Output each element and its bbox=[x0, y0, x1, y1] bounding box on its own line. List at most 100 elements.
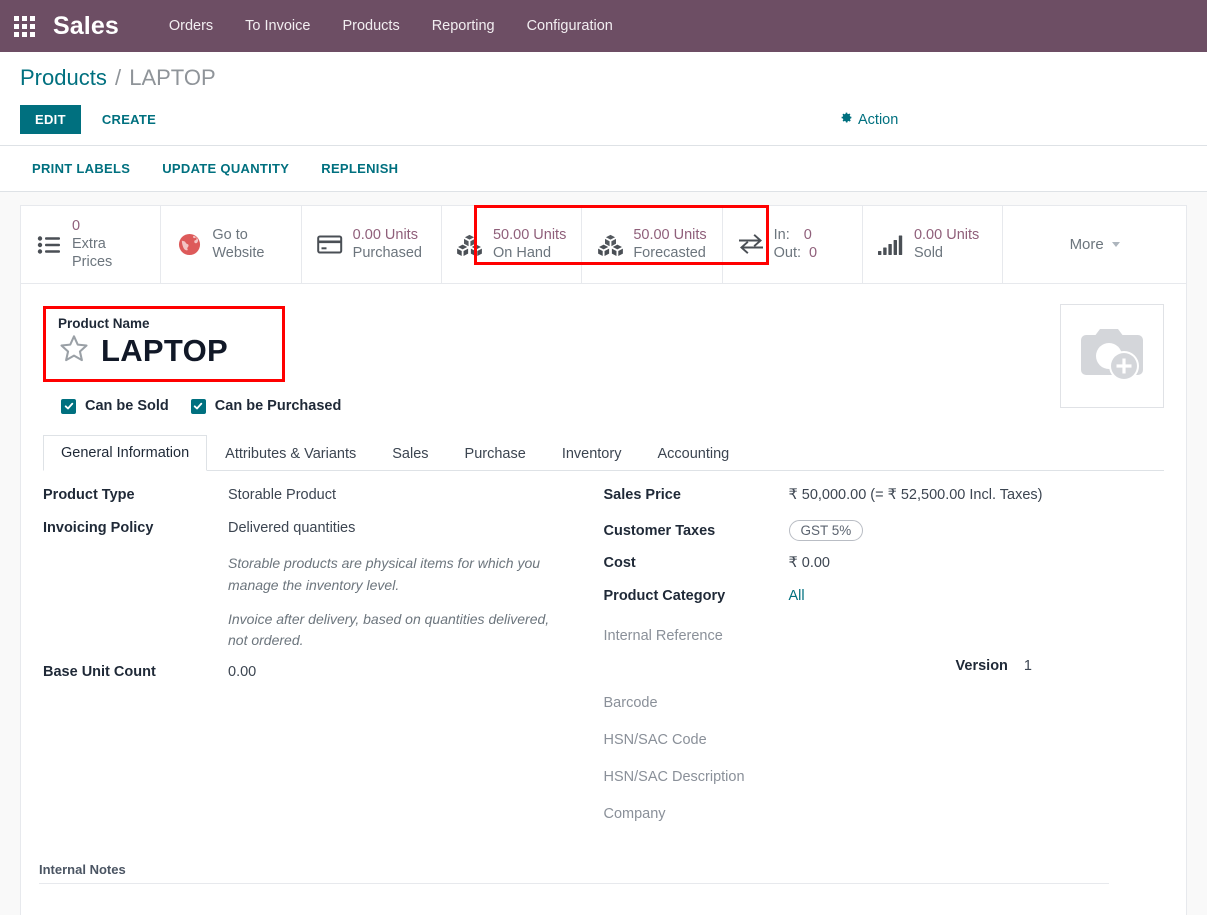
field-product-category: Product Category All bbox=[604, 588, 1165, 607]
stat-label-purchased: Purchased bbox=[352, 244, 422, 261]
tab-attributes-variants[interactable]: Attributes & Variants bbox=[207, 435, 374, 471]
stat-button-purchased[interactable]: 0.00 Units Purchased bbox=[301, 206, 442, 284]
product-category-label: Product Category bbox=[603, 588, 726, 605]
base-unit-count-value[interactable]: 0.00 bbox=[228, 664, 256, 683]
breadcrumb-products[interactable]: Products bbox=[20, 65, 107, 90]
stat-value-out: 0 bbox=[809, 244, 818, 261]
sales-price-value[interactable]: ₹ 50,000.00 (= ₹ 52,500.00 Incl. Taxes) bbox=[789, 487, 1043, 506]
control-panel: Products / LAPTOP EDIT CREATE Action bbox=[0, 52, 1207, 147]
breadcrumb: Products / LAPTOP bbox=[20, 65, 1187, 90]
tab-inventory[interactable]: Inventory bbox=[544, 435, 640, 471]
tab-purchase[interactable]: Purchase bbox=[447, 435, 544, 471]
camera-plus-icon bbox=[1074, 319, 1150, 394]
nav-item-products[interactable]: Products bbox=[326, 12, 415, 40]
form-column-right: Sales Price ₹ 50,000.00 (= ₹ 52,500.00 I… bbox=[604, 487, 1165, 836]
edit-button[interactable]: EDIT bbox=[20, 105, 81, 135]
stat-value-purchased: 0.00 Units bbox=[352, 227, 418, 244]
navbar-menu: Orders To Invoice Products Reporting Con… bbox=[153, 12, 629, 40]
internal-notes-input[interactable] bbox=[39, 884, 1109, 915]
checkbox-checked-icon bbox=[61, 398, 76, 414]
field-hsn-description: HSN/SAC Description bbox=[604, 762, 1165, 785]
secondary-action-bar: PRINT LABELS UPDATE QUANTITY REPLENISH bbox=[0, 146, 1207, 193]
stat-button-in-out[interactable]: In: 0 Out: 0 bbox=[722, 206, 863, 284]
sheet-background: 0 Extra Prices Go to Website 0.00 Units … bbox=[0, 192, 1207, 915]
stat-label-out: Out: bbox=[773, 244, 802, 261]
can-be-purchased-checkbox[interactable]: Can be Purchased bbox=[190, 398, 341, 414]
internal-reference-label: Internal Reference bbox=[603, 628, 723, 645]
checkbox-checked-icon bbox=[190, 398, 206, 414]
product-image-placeholder[interactable] bbox=[1060, 304, 1164, 409]
apps-grid-icon[interactable] bbox=[14, 15, 35, 37]
base-unit-count-label: Base Unit Count bbox=[43, 664, 156, 680]
stat-value-forecasted: 50.00 Units bbox=[633, 227, 707, 244]
credit-card-icon bbox=[316, 231, 344, 259]
product-name-value[interactable]: LAPTOP bbox=[101, 334, 228, 368]
internal-notes-section: Internal Notes bbox=[39, 862, 1164, 915]
stat-button-sold[interactable]: 0.00 Units Sold bbox=[862, 206, 1004, 284]
create-button[interactable]: CREATE bbox=[87, 105, 171, 134]
action-button-label: Action bbox=[858, 111, 899, 128]
form-tabs: General Information Attributes & Variant… bbox=[43, 435, 1164, 472]
exchange-icon bbox=[737, 231, 765, 259]
company-label: Company bbox=[603, 806, 666, 823]
customer-taxes-tag[interactable]: GST 5% bbox=[788, 520, 864, 542]
product-name-label: Product Name bbox=[58, 316, 150, 332]
field-cost: Cost ₹ 0.00 bbox=[604, 555, 1165, 574]
replenish-button[interactable]: REPLENISH bbox=[305, 157, 414, 180]
internal-notes-label: Internal Notes bbox=[39, 862, 1109, 885]
boxes-icon bbox=[456, 231, 484, 259]
print-labels-button[interactable]: PRINT LABELS bbox=[20, 157, 146, 180]
bar-chart-icon bbox=[877, 231, 905, 259]
version-value: 1 bbox=[1023, 658, 1032, 675]
stat-value-sold: 0.00 Units bbox=[913, 227, 980, 244]
field-customer-taxes: Customer Taxes GST 5% bbox=[604, 520, 1165, 542]
cost-value[interactable]: ₹ 0.00 bbox=[789, 555, 830, 574]
sales-price-label: Sales Price bbox=[603, 487, 681, 504]
hsn-description-label: HSN/SAC Description bbox=[603, 769, 745, 786]
update-quantity-button[interactable]: UPDATE QUANTITY bbox=[146, 157, 305, 180]
field-base-unit-count: Base Unit Count 0.00 bbox=[43, 664, 574, 683]
nav-item-to-invoice[interactable]: To Invoice bbox=[229, 12, 326, 40]
stat-value-on-hand: 50.00 Units bbox=[492, 227, 567, 244]
barcode-label: Barcode bbox=[603, 695, 658, 712]
star-outline-icon[interactable] bbox=[58, 333, 90, 369]
boxes-icon bbox=[596, 231, 624, 259]
field-product-type: Product Type Storable Product bbox=[43, 487, 574, 506]
form-column-left: Product Type Storable Product Invoicing … bbox=[43, 487, 604, 836]
action-menu-wrap: Action bbox=[840, 111, 898, 128]
stat-button-forecasted[interactable]: 50.00 Units Forecasted bbox=[582, 206, 723, 284]
nav-item-reporting[interactable]: Reporting bbox=[416, 12, 511, 40]
stat-more-label: More bbox=[1069, 236, 1104, 254]
action-button[interactable]: Action bbox=[840, 111, 898, 128]
stat-label-on-hand: On Hand bbox=[492, 244, 552, 261]
tab-general-information[interactable]: General Information bbox=[43, 435, 208, 472]
stat-button-extra-prices[interactable]: 0 Extra Prices bbox=[21, 206, 162, 284]
can-be-sold-checkbox[interactable]: Can be Sold bbox=[61, 398, 169, 414]
app-name-sales[interactable]: Sales bbox=[53, 12, 119, 41]
field-company: Company bbox=[604, 799, 1165, 822]
stat-label-in: In: bbox=[773, 227, 790, 244]
tab-sales[interactable]: Sales bbox=[374, 435, 446, 471]
breadcrumb-separator: / bbox=[114, 65, 122, 90]
stat-button-go-to-website[interactable]: Go to Website bbox=[161, 206, 302, 284]
stat-button-on-hand[interactable]: 50.00 Units On Hand bbox=[441, 206, 583, 284]
top-navbar: Sales Orders To Invoice Products Reporti… bbox=[0, 0, 1207, 52]
field-sales-price: Sales Price ₹ 50,000.00 (= ₹ 52,500.00 I… bbox=[604, 487, 1165, 506]
product-type-helper-text: Storable products are physical items for… bbox=[228, 555, 541, 593]
field-barcode: Barcode bbox=[604, 688, 1165, 711]
tab-accounting[interactable]: Accounting bbox=[639, 435, 747, 471]
product-category-value[interactable]: All bbox=[789, 588, 805, 607]
version-label: Version bbox=[955, 658, 1008, 675]
nav-item-configuration[interactable]: Configuration bbox=[511, 12, 629, 40]
stat-label-extra-prices: Extra Prices bbox=[72, 235, 113, 270]
stat-button-bar: 0 Extra Prices Go to Website 0.00 Units … bbox=[21, 205, 1186, 285]
stat-more-dropdown[interactable]: More bbox=[1003, 206, 1186, 283]
nav-item-orders[interactable]: Orders bbox=[153, 12, 229, 40]
stat-label-sold: Sold bbox=[913, 244, 943, 261]
product-type-value[interactable]: Storable Product bbox=[228, 487, 336, 506]
stat-value-extra-prices: 0 bbox=[72, 218, 81, 235]
chevron-down-icon bbox=[1111, 242, 1120, 248]
cost-label: Cost bbox=[603, 555, 636, 572]
field-internal-reference: Internal Reference bbox=[604, 621, 1165, 644]
invoicing-policy-value[interactable]: Delivered quantities bbox=[228, 520, 355, 539]
